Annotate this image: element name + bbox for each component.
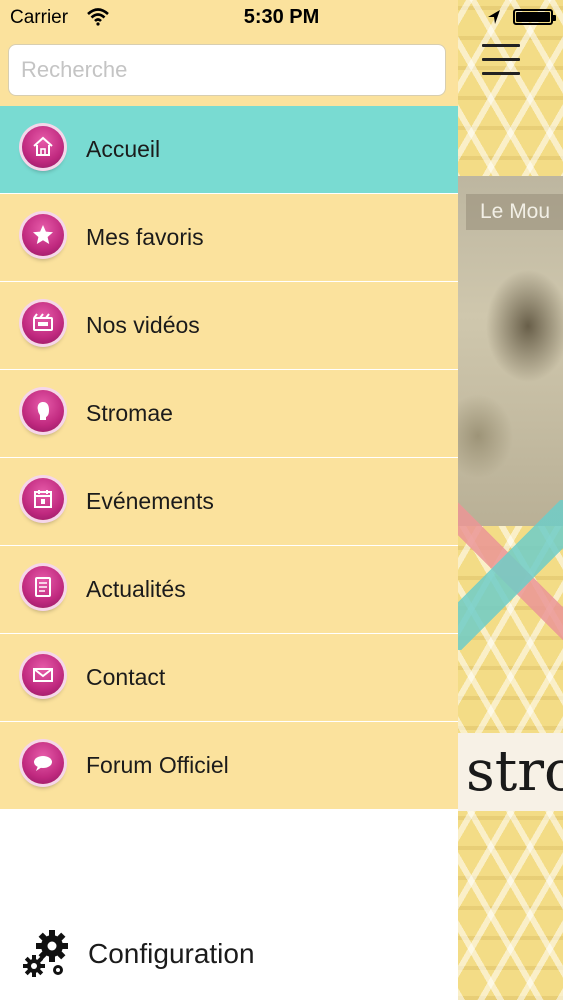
carrier-label: Carrier [10, 7, 69, 28]
menu-item-evenements[interactable]: Evénements [0, 458, 458, 546]
photo-caption: Le Mou [466, 194, 563, 230]
menu-item-label: Accueil [86, 136, 161, 162]
star-icon [22, 214, 64, 256]
menu-item-label: Evénements [86, 488, 214, 514]
gears-icon [23, 930, 68, 977]
menu-item-accueil[interactable]: Accueil [0, 106, 458, 194]
menu-item-label: Nos vidéos [86, 312, 200, 338]
profile-icon [22, 390, 64, 432]
calendar-icon [22, 478, 64, 520]
clock: 5:30 PM [243, 6, 320, 28]
battery-icon [513, 9, 556, 25]
menu-item-label: Forum Officiel [86, 752, 229, 778]
menu-item-label: Contact [86, 664, 166, 690]
menu-items: Accueil Mes favoris Nos vidéos Stromae E… [0, 106, 458, 810]
location-arrow-icon [488, 10, 500, 24]
menu-item-actualites[interactable]: Actualités [0, 546, 458, 634]
stromae-banner[interactable]: stro [458, 733, 563, 811]
search-input[interactable] [8, 44, 446, 96]
wifi-icon [87, 8, 109, 26]
main-content-peek: Le Mou stro [458, 0, 563, 1000]
featured-photo[interactable]: Le Mou [458, 176, 563, 526]
home-icon [22, 126, 64, 168]
menu-item-contact[interactable]: Contact [0, 634, 458, 722]
video-icon [22, 302, 64, 344]
decorative-pattern [458, 500, 563, 650]
menu-item-label: Mes favoris [86, 224, 204, 250]
mail-icon [22, 654, 64, 696]
side-menu: Accueil Mes favoris Nos vidéos Stromae E… [0, 0, 458, 1000]
menu-item-label: Actualités [86, 576, 186, 602]
hamburger-menu-icon[interactable] [482, 44, 520, 78]
menu-item-forum-officiel[interactable]: Forum Officiel [0, 722, 458, 810]
menu-item-label: Stromae [86, 400, 173, 426]
status-bar: Carrier 5:30 PM [0, 0, 563, 36]
configuration-button[interactable]: Configuration [0, 920, 458, 1000]
menu-item-stromae[interactable]: Stromae [0, 370, 458, 458]
menu-item-mes-favoris[interactable]: Mes favoris [0, 194, 458, 282]
chat-icon [22, 742, 64, 784]
news-icon [22, 566, 64, 608]
menu-item-nos-videos[interactable]: Nos vidéos [0, 282, 458, 370]
configuration-label: Configuration [88, 938, 255, 969]
